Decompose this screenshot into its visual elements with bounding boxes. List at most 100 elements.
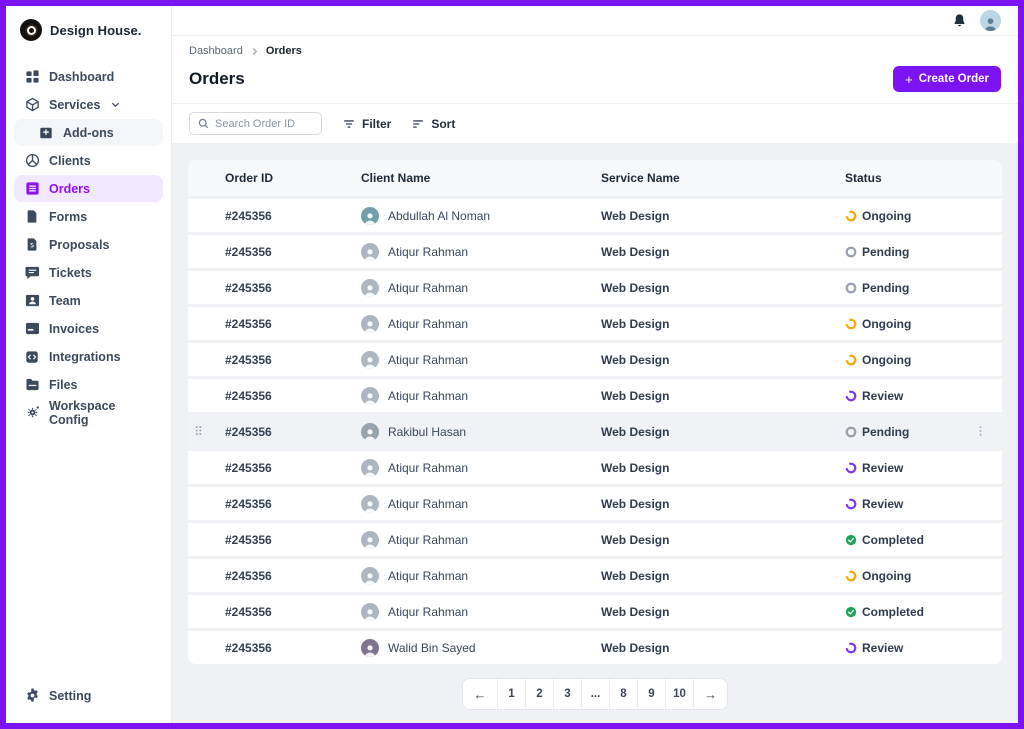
- status-label: Pending: [862, 425, 909, 439]
- status-icon: [845, 246, 857, 258]
- status-icon: [845, 642, 857, 654]
- breadcrumb-dashboard[interactable]: Dashboard: [189, 45, 243, 57]
- order-id-cell: #245356: [225, 569, 361, 583]
- service-name-cell: Web Design: [601, 497, 845, 511]
- order-id-cell: #245356: [225, 389, 361, 403]
- table-row[interactable]: #245356 Atiqur Rahman Web Design Complet…: [188, 523, 1002, 556]
- status-cell: Review: [845, 461, 1002, 475]
- orders-icon: [24, 181, 40, 197]
- order-id-cell: #245356: [225, 497, 361, 511]
- client-cell: Atiqur Rahman: [361, 459, 601, 477]
- client-name: Atiqur Rahman: [388, 317, 468, 331]
- sidebar-item-setting[interactable]: Setting: [14, 682, 163, 709]
- sidebar-item-label: Services: [49, 98, 100, 112]
- page-title: Orders: [189, 69, 245, 89]
- table-row[interactable]: #245356 Atiqur Rahman Web Design Ongoing: [188, 559, 1002, 592]
- sidebar-item-integrations[interactable]: Integrations: [14, 343, 163, 370]
- service-name-cell: Web Design: [601, 281, 845, 295]
- status-icon: [845, 462, 857, 474]
- order-id-cell: #245356: [225, 245, 361, 259]
- pagination-next-arrow-icon[interactable]: →: [693, 679, 727, 709]
- sidebar-item-tickets[interactable]: Tickets: [14, 259, 163, 286]
- table-row[interactable]: #245356 Abdullah Al Noman Web Design Ong…: [188, 199, 1002, 232]
- sidebar-item-label: Invoices: [49, 322, 99, 336]
- client-name: Abdullah Al Noman: [388, 209, 490, 223]
- sidebar-item-invoices[interactable]: Invoices: [14, 315, 163, 342]
- pagination-page-3[interactable]: 3: [553, 679, 581, 709]
- pagination-page-8[interactable]: 8: [609, 679, 637, 709]
- service-name-cell: Web Design: [601, 209, 845, 223]
- table-row[interactable]: #245356 Atiqur Rahman Web Design Ongoing: [188, 343, 1002, 376]
- table-row[interactable]: #245356 Atiqur Rahman Web Design Review: [188, 451, 1002, 484]
- pagination-ellipsis[interactable]: ...: [581, 679, 609, 709]
- status-label: Ongoing: [862, 569, 911, 583]
- order-id-cell: #245356: [225, 353, 361, 367]
- sort-button[interactable]: Sort: [411, 117, 455, 131]
- app-frame: Design House. Dashboard Services Add-ons…: [0, 0, 1024, 729]
- services-icon: [24, 97, 40, 113]
- status-label: Review: [862, 497, 903, 511]
- sidebar-item-files[interactable]: Files: [14, 371, 163, 398]
- table-row[interactable]: #245356 Atiqur Rahman Web Design Review: [188, 487, 1002, 520]
- pagination-page-10[interactable]: 10: [665, 679, 693, 709]
- status-cell: Review: [845, 641, 1002, 655]
- sidebar-item-clients[interactable]: Clients: [14, 147, 163, 174]
- client-avatar: [361, 531, 379, 549]
- order-id-cell: #245356: [225, 317, 361, 331]
- files-icon: [24, 377, 40, 393]
- table-row[interactable]: #245356 Atiqur Rahman Web Design Complet…: [188, 595, 1002, 628]
- status-label: Review: [862, 461, 903, 475]
- pagination: ←123...8910→: [462, 678, 728, 710]
- sidebar-item-dashboard[interactable]: Dashboard: [14, 63, 163, 90]
- table-row[interactable]: #245356 Atiqur Rahman Web Design Ongoing: [188, 307, 1002, 340]
- create-order-button[interactable]: + Create Order: [893, 66, 1001, 92]
- pagination-page-9[interactable]: 9: [637, 679, 665, 709]
- table-row[interactable]: #245356 Atiqur Rahman Web Design Pending: [188, 271, 1002, 304]
- table-row[interactable]: #245356 Rakibul Hasan Web Design Pending: [188, 415, 1002, 448]
- sidebar-item-workspace-config[interactable]: Workspace Config: [14, 399, 163, 426]
- search-box[interactable]: [189, 112, 322, 135]
- status-label: Completed: [862, 605, 924, 619]
- filter-button[interactable]: Filter: [342, 117, 391, 131]
- status-cell: Pending: [845, 245, 1002, 259]
- status-cell: Ongoing: [845, 569, 1002, 583]
- sidebar-item-orders[interactable]: Orders: [14, 175, 163, 202]
- search-input[interactable]: [215, 118, 313, 130]
- status-label: Pending: [862, 245, 909, 259]
- pagination-page-1[interactable]: 1: [497, 679, 525, 709]
- status-cell: Completed: [845, 605, 1002, 619]
- user-avatar[interactable]: [980, 10, 1001, 31]
- notification-bell-icon[interactable]: [952, 13, 967, 28]
- client-avatar: [361, 315, 379, 333]
- table-row[interactable]: #245356 Walid Bin Sayed Web Design Revie…: [188, 631, 1002, 664]
- order-id-cell: #245356: [225, 281, 361, 295]
- sidebar-item-services[interactable]: Services: [14, 91, 163, 118]
- status-cell: Ongoing: [845, 317, 1002, 331]
- sidebar-item-proposals[interactable]: Proposals: [14, 231, 163, 258]
- client-avatar: [361, 639, 379, 657]
- chevron-right-icon: [250, 47, 259, 56]
- sidebar-item-team[interactable]: Team: [14, 287, 163, 314]
- page-header: Dashboard Orders Orders + Create Order: [172, 36, 1018, 104]
- client-cell: Atiqur Rahman: [361, 351, 601, 369]
- pagination-page-2[interactable]: 2: [525, 679, 553, 709]
- client-name: Atiqur Rahman: [388, 389, 468, 403]
- status-cell: Ongoing: [845, 353, 1002, 367]
- table-row[interactable]: #245356 Atiqur Rahman Web Design Review: [188, 379, 1002, 412]
- sidebar-item-add-ons[interactable]: Add-ons: [14, 119, 163, 146]
- sidebar-item-label: Setting: [49, 689, 91, 703]
- status-icon: [845, 534, 857, 546]
- drag-handle-icon[interactable]: [195, 425, 202, 439]
- sidebar-item-label: Files: [49, 378, 78, 392]
- client-name: Atiqur Rahman: [388, 245, 468, 259]
- sidebar-item-forms[interactable]: Forms: [14, 203, 163, 230]
- content-area: Order ID Client Name Service Name Status…: [172, 143, 1018, 723]
- table-row[interactable]: #245356 Atiqur Rahman Web Design Pending: [188, 235, 1002, 268]
- search-icon: [198, 118, 209, 129]
- integrations-icon: [24, 349, 40, 365]
- status-icon: [845, 570, 857, 582]
- table-body: #245356 Abdullah Al Noman Web Design Ong…: [188, 196, 1002, 664]
- column-header-status: Status: [845, 171, 1002, 185]
- row-menu-icon[interactable]: [979, 424, 982, 439]
- pagination-prev-arrow-icon[interactable]: ←: [463, 679, 497, 709]
